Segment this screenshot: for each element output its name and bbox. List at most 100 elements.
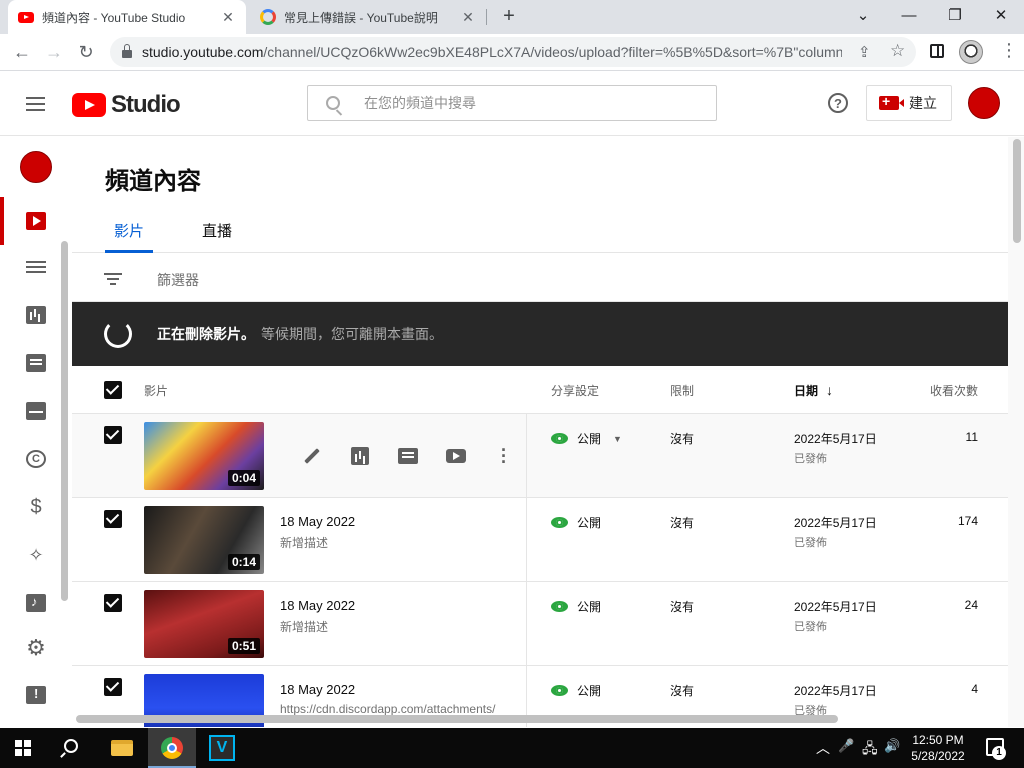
select-all-checkbox[interactable] — [104, 381, 122, 399]
row-checkbox[interactable] — [104, 510, 122, 528]
sidebar-scrollbar[interactable] — [61, 241, 68, 601]
close-tab-icon[interactable]: ✕ — [220, 9, 236, 26]
audio-library-icon — [26, 594, 46, 612]
magic-wand-icon: ✧ — [28, 545, 44, 565]
youtube-play-icon — [72, 93, 106, 117]
new-tab-button[interactable]: + — [498, 6, 520, 26]
reload-button[interactable]: ↻ — [74, 40, 98, 64]
column-views[interactable]: 收看次數 — [930, 382, 978, 399]
channel-content-panel: 頻道內容 影片 直播 篩選器 正在刪除影片。 等候期間，您可離開本畫面。 影片 分… — [72, 137, 1024, 727]
filter-bar[interactable]: 篩選器 — [72, 254, 1008, 302]
more-vert-icon: · · · — [501, 440, 507, 472]
visibility-dropdown[interactable]: 公開 — [551, 598, 601, 615]
tray-chevron-icon[interactable]: ︿ — [816, 738, 830, 758]
column-date[interactable]: 日期 ↓ — [794, 382, 833, 399]
create-button[interactable]: 建立 — [866, 85, 952, 121]
table-row[interactable]: 0:51 18 May 2022 新增描述 公開 沒有 2022年5月17日 已… — [72, 582, 1008, 666]
table-row[interactable]: 0:14 18 May 2022 新增描述 公開 沒有 2022年5月17日 已… — [72, 498, 1008, 582]
lock-icon — [122, 44, 132, 58]
network-icon[interactable]: 🖧 — [862, 738, 878, 762]
sidebar-item-feedback[interactable] — [0, 675, 72, 715]
sidebar-item-content[interactable] — [0, 197, 72, 245]
tab-live[interactable]: 直播 — [202, 220, 232, 241]
volume-icon[interactable]: 🔊 — [884, 738, 900, 754]
table-row[interactable]: 0:04 · · · 公開 ▼ 沒有 2022年5月17日 已發佈 11 — [72, 414, 1008, 498]
loading-spinner-icon — [104, 320, 132, 348]
dropdown-caret-icon: ▼ — [613, 433, 622, 444]
table-header: 影片 分享設定 限制 日期 ↓ 收看次數 — [72, 366, 1008, 414]
sidebar-item-settings[interactable]: ⚙ — [0, 628, 72, 668]
taskbar-search-icon[interactable] — [64, 739, 78, 753]
close-window-button[interactable]: ✕ — [978, 0, 1024, 30]
system-clock[interactable]: 12:50 PM 5/28/2022 — [900, 732, 976, 764]
vertical-scrollbar[interactable] — [1013, 139, 1021, 243]
share-icon[interactable]: ⇪ — [858, 43, 871, 61]
notification-count-badge: 1 — [992, 746, 1006, 760]
browser-tab-bar: 頻道內容 - YouTube Studio ✕ 常見上傳錯誤 - YouTube… — [0, 0, 1024, 34]
content-icon — [26, 212, 46, 230]
minimize-button[interactable]: — — [886, 0, 932, 30]
row-checkbox[interactable] — [104, 594, 122, 612]
page-title: 頻道內容 — [105, 168, 201, 195]
studio-logo[interactable]: Studio — [72, 91, 181, 119]
browser-menu-icon[interactable]: ⋮ — [1000, 40, 1018, 61]
restore-button[interactable]: ❐ — [932, 0, 978, 30]
column-divider — [526, 582, 527, 666]
address-bar[interactable]: studio.youtube.com/channel/UCQzO6kWw2ec9… — [110, 37, 916, 67]
analytics-icon — [351, 447, 369, 465]
video-description: https://cdn.discordapp.com/attachments/ — [280, 702, 496, 716]
video-thumbnail[interactable]: 0:51 — [144, 590, 264, 658]
chrome-taskbar-button[interactable] — [148, 728, 196, 768]
create-label: 建立 — [909, 95, 937, 111]
channel-avatar[interactable] — [20, 151, 52, 183]
video-title[interactable]: 18 May 2022 — [280, 598, 355, 613]
close-tab-icon[interactable]: ✕ — [460, 9, 476, 26]
side-panel-icon[interactable] — [930, 44, 944, 58]
left-nav-rail: C $ ✧ ⚙ — [0, 137, 72, 727]
tab-youtube-studio[interactable]: 頻道內容 - YouTube Studio ✕ — [8, 0, 246, 34]
video-camera-icon — [879, 93, 904, 110]
microphone-icon[interactable]: 🎤 — [838, 738, 854, 754]
pencil-icon — [304, 448, 320, 464]
v-app-taskbar-button[interactable]: V — [198, 728, 246, 768]
publish-status: 已發佈 — [794, 453, 827, 465]
video-title[interactable]: 18 May 2022 — [280, 682, 355, 697]
tab-youtube-help[interactable]: 常見上傳錯誤 - YouTube說明 ✕ — [250, 0, 486, 34]
visibility-dropdown[interactable]: 公開 ▼ — [551, 430, 622, 447]
visibility-dropdown[interactable]: 公開 — [551, 682, 601, 699]
column-visibility[interactable]: 分享設定 — [551, 382, 599, 399]
v-app-icon: V — [209, 735, 235, 761]
search-icon — [326, 96, 340, 110]
bookmark-star-icon[interactable]: ☆ — [890, 41, 905, 61]
video-thumbnail[interactable]: 0:14 — [144, 506, 264, 574]
horizontal-scrollbar[interactable] — [76, 715, 838, 723]
column-divider — [526, 498, 527, 582]
help-icon[interactable]: ? — [828, 93, 848, 113]
tab-videos[interactable]: 影片 — [114, 220, 144, 241]
hamburger-menu-icon[interactable] — [26, 97, 45, 115]
options-button[interactable]: · · · — [480, 440, 528, 472]
views-count: 11 — [965, 430, 978, 444]
video-thumbnail[interactable]: 0:04 — [144, 422, 264, 490]
row-checkbox[interactable] — [104, 678, 122, 696]
analytics-button[interactable] — [336, 444, 384, 468]
back-button[interactable]: ← — [10, 40, 34, 64]
row-checkbox[interactable] — [104, 426, 122, 444]
windows-start-icon[interactable] — [15, 740, 31, 756]
comments-button[interactable] — [384, 444, 432, 468]
column-restrictions[interactable]: 限制 — [670, 382, 694, 399]
visibility-dropdown[interactable]: 公開 — [551, 514, 601, 531]
clock-time: 12:50 PM — [912, 733, 964, 747]
video-title[interactable]: 18 May 2022 — [280, 514, 355, 529]
view-on-youtube-button[interactable] — [432, 444, 480, 468]
visibility-label: 公開 — [577, 684, 602, 698]
content-tabs: 影片 直播 — [72, 207, 1008, 253]
file-explorer-button[interactable] — [98, 728, 146, 768]
forward-button[interactable]: → — [42, 40, 66, 64]
account-avatar[interactable] — [968, 87, 1000, 119]
details-button[interactable] — [288, 444, 336, 468]
tab-search-button[interactable]: ⌄ — [840, 0, 886, 30]
channel-search-input[interactable]: 在您的頻道中搜尋 — [307, 85, 717, 121]
browser-profile-avatar[interactable] — [959, 40, 983, 64]
content-header: 頻道內容 影片 直播 篩選器 — [72, 137, 1008, 302]
